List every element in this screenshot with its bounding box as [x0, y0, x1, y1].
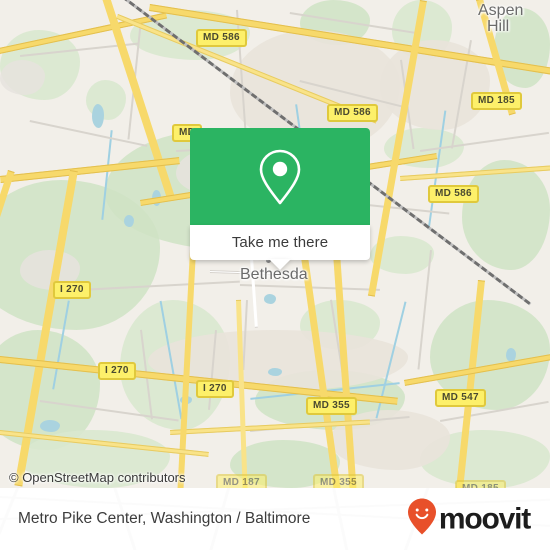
map-road-shield: MD 185	[471, 92, 522, 110]
take-me-there-label: Take me there	[231, 234, 329, 251]
map-pin-icon	[256, 147, 304, 207]
map-residential-area	[0, 60, 45, 95]
map-road-shield: I 270	[196, 380, 234, 398]
map-road-shield: MD 187	[216, 474, 267, 488]
location-title: Metro Pike Center, Washington / Baltimor…	[18, 510, 311, 527]
map-water-body	[92, 104, 104, 128]
map-road-shield: MD 355	[306, 397, 357, 415]
map-road-shield: MD 547	[435, 389, 486, 407]
map-water-body	[40, 420, 60, 432]
map-road-shield: I 270	[53, 281, 91, 299]
map-preview-page: Aspen Hill North Bethesda MD 586 MD 586 …	[0, 0, 550, 550]
moovit-logo[interactable]: moovit	[407, 498, 531, 540]
map-water-body	[124, 215, 134, 227]
popup-icon-area	[190, 128, 370, 225]
popup-tail-pointer	[269, 259, 291, 270]
map-water-body	[268, 368, 282, 376]
map-road-shield: MD 586	[428, 185, 479, 203]
osm-attribution: © OpenStreetMap contributors	[9, 470, 186, 485]
footer-bar: Metro Pike Center, Washington / Baltimor…	[0, 488, 550, 550]
location-popup[interactable]: Take me there	[190, 128, 370, 270]
map-park-area	[462, 160, 550, 270]
map-road-shield: MD 586	[327, 104, 378, 122]
take-me-there-button[interactable]: Take me there	[190, 225, 370, 270]
moovit-wordmark: moovit	[438, 502, 531, 535]
map-road-shield: MD 185	[455, 480, 506, 488]
map-road-shield: MD 586	[196, 29, 247, 47]
map-road-shield: MD 355	[313, 474, 364, 488]
map-road-shield: I 270	[98, 362, 136, 380]
map-place-label-hill: Hill	[487, 18, 510, 35]
moovit-pin-smiley-icon	[407, 498, 436, 540]
map-water-body	[264, 294, 276, 304]
map-canvas[interactable]: Aspen Hill North Bethesda MD 586 MD 586 …	[0, 0, 550, 488]
